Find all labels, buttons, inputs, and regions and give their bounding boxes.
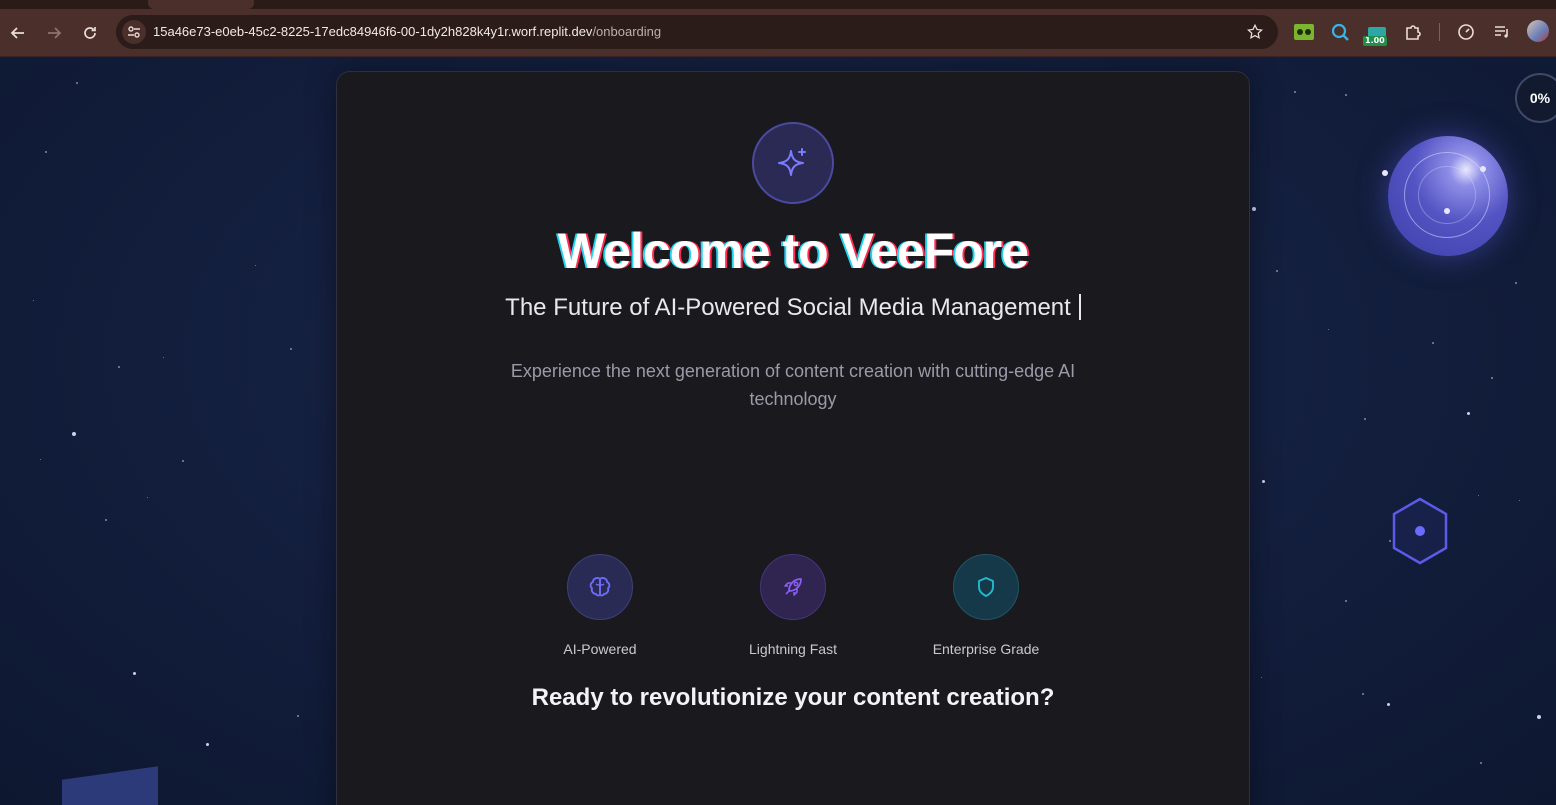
star-dot <box>1519 500 1520 501</box>
extension-glasses[interactable] <box>1293 21 1315 43</box>
bookmark-star-button[interactable] <box>1244 21 1266 43</box>
star-dot <box>290 348 292 350</box>
subtitle: The Future of AI-Powered Social Media Ma… <box>337 294 1249 322</box>
extension-badge: 1.00 <box>1363 36 1387 46</box>
star-dot <box>255 265 256 266</box>
forward-button[interactable] <box>42 21 66 45</box>
star-dot <box>33 300 34 301</box>
sparkle-icon <box>778 148 806 176</box>
orb-ring-inner <box>1418 166 1476 224</box>
star-dot <box>1467 412 1470 415</box>
tune-icon <box>128 26 140 38</box>
star-dot <box>206 743 209 746</box>
onboarding-page: Welcome to VeeFore The Future of AI-Powe… <box>0 57 1556 805</box>
star-dot <box>1294 91 1296 93</box>
star-dot <box>76 82 78 84</box>
decorative-panel <box>62 766 158 805</box>
star-dot <box>1276 270 1278 272</box>
extensions-button[interactable] <box>1402 21 1424 43</box>
glasses-icon <box>1294 24 1314 40</box>
typing-cursor <box>1078 294 1081 320</box>
star-dot <box>1252 207 1256 211</box>
sparkle-badge <box>752 122 834 204</box>
back-button[interactable] <box>6 21 30 45</box>
star-dot <box>1345 94 1347 96</box>
feature-lightning-fast: Lightning Fast <box>713 554 873 657</box>
feature-icon-circle <box>760 554 826 620</box>
playlist-icon <box>1495 26 1508 38</box>
star-dot <box>105 519 107 521</box>
arrow-left-icon <box>10 27 24 39</box>
star-dot <box>133 672 136 675</box>
url-text: 15a46e73-e0eb-45c2-8225-17edc84946f6-00-… <box>153 24 661 39</box>
feature-icon-circle <box>567 554 633 620</box>
star-dot <box>40 459 41 460</box>
shield-icon <box>978 577 994 597</box>
reload-icon <box>84 27 96 39</box>
star-dot <box>1537 715 1541 719</box>
star-dot <box>45 151 47 153</box>
onboarding-card: Welcome to VeeFore The Future of AI-Powe… <box>336 71 1250 805</box>
star-dot <box>1362 693 1364 695</box>
star-dot <box>72 432 76 436</box>
address-bar[interactable]: 15a46e73-e0eb-45c2-8225-17edc84946f6-00-… <box>116 15 1278 49</box>
feature-label: Enterprise Grade <box>932 641 1040 657</box>
page-title: Welcome to VeeFore <box>557 223 1029 279</box>
subtitle-text: The Future of AI-Powered Social Media Ma… <box>505 294 1071 321</box>
brain-icon <box>589 577 611 597</box>
feature-icon-circle <box>953 554 1019 620</box>
star-dot <box>147 497 148 498</box>
extension-speed[interactable] <box>1455 21 1477 43</box>
star-dot <box>1261 677 1262 678</box>
reading-list-button[interactable] <box>1491 21 1513 43</box>
star-dot <box>1364 418 1366 420</box>
feature-label: Lightning Fast <box>749 641 837 657</box>
orb-dot <box>1480 166 1486 172</box>
orb-dot <box>1382 170 1388 176</box>
toolbar-divider <box>1439 23 1440 41</box>
star-dot <box>297 715 299 717</box>
star-icon <box>1246 23 1264 39</box>
site-info-button[interactable] <box>122 20 146 44</box>
star-dot <box>1262 480 1265 483</box>
profile-avatar[interactable] <box>1527 20 1549 42</box>
extension-store[interactable]: 1.00 <box>1363 21 1388 46</box>
hexagon-shape <box>1392 497 1448 565</box>
extension-search[interactable] <box>1329 21 1351 43</box>
browser-toolbar: 15a46e73-e0eb-45c2-8225-17edc84946f6-00-… <box>0 9 1556 57</box>
star-dot <box>1491 377 1493 379</box>
star-dot <box>1478 495 1479 496</box>
speed-icon <box>1458 24 1474 40</box>
star-dot <box>1515 282 1517 284</box>
star-dot <box>163 357 164 358</box>
star-dot <box>1432 342 1434 344</box>
url-path: /onboarding <box>592 24 662 39</box>
feature-enterprise-grade: Enterprise Grade <box>906 554 1066 657</box>
arrow-right-icon <box>48 27 62 39</box>
star-dot <box>1345 600 1347 602</box>
url-host: 15a46e73-e0eb-45c2-8225-17edc84946f6-00-… <box>153 24 593 39</box>
magnifier-icon <box>1331 23 1349 41</box>
progress-indicator: 0% <box>1515 73 1556 123</box>
star-dot <box>1328 329 1329 330</box>
star-dot <box>118 366 120 368</box>
tab-strip <box>0 0 1556 9</box>
description: Experience the next generation of conten… <box>510 361 1076 409</box>
star-dot <box>1387 703 1390 706</box>
reload-button[interactable] <box>78 21 102 45</box>
feature-ai-powered: AI-Powered <box>520 554 680 657</box>
active-tab[interactable] <box>148 0 254 9</box>
star-dot <box>182 460 184 462</box>
decorative-orb <box>1382 136 1508 256</box>
orb-dot <box>1444 208 1450 214</box>
star-dot <box>1480 762 1482 764</box>
feature-label: AI-Powered <box>563 641 637 657</box>
puzzle-icon <box>1406 25 1421 40</box>
cta-heading: Ready to revolutionize your content crea… <box>531 684 1055 711</box>
rocket-icon <box>784 578 802 596</box>
